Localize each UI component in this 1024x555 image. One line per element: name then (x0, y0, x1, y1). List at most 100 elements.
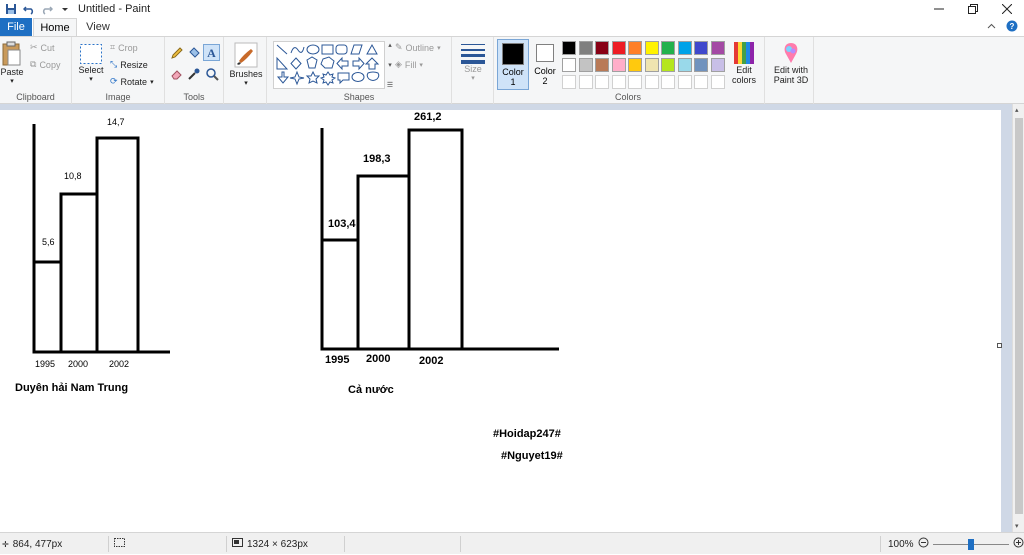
palette-swatch[interactable] (644, 58, 659, 72)
palette-swatch[interactable] (628, 58, 642, 72)
selection-size-icon (114, 538, 125, 550)
palette-swatch[interactable] (661, 41, 675, 55)
right-value-label: 261,2 (414, 111, 442, 123)
ribbon-tab-row: File Home View ? (0, 18, 1024, 37)
zoom-in-icon[interactable] (1013, 537, 1024, 551)
palette-swatch[interactable] (710, 41, 725, 55)
palette-swatch[interactable] (628, 41, 642, 55)
cut-button[interactable]: ✂ Cut (30, 42, 55, 53)
pencil-icon[interactable] (170, 46, 184, 63)
palette-swatch[interactable] (595, 41, 609, 55)
palette-swatch[interactable] (694, 58, 708, 72)
zoom-controls: 100% (888, 533, 1024, 555)
color-palette (562, 41, 732, 93)
save-icon[interactable] (4, 2, 18, 16)
paste-button[interactable]: Paste ▾ (0, 41, 24, 85)
tab-file[interactable]: File (0, 18, 32, 36)
color-picker-icon[interactable] (187, 67, 201, 84)
palette-swatch[interactable] (710, 75, 725, 89)
zoom-slider[interactable] (932, 538, 1009, 550)
scroll-up-icon[interactable]: ▴ (1015, 106, 1019, 114)
close-button[interactable] (990, 0, 1024, 18)
vertical-scrollbar-thumb[interactable] (1015, 118, 1023, 514)
tab-view[interactable]: View (80, 18, 116, 36)
vertical-scrollbar[interactable]: ▴ ▾ (1012, 104, 1024, 532)
palette-swatch[interactable] (661, 58, 675, 72)
select-dropdown-icon[interactable]: ▾ (89, 75, 93, 83)
palette-swatch[interactable] (710, 58, 725, 72)
color2-button[interactable]: Color 2 (532, 39, 558, 90)
select-button[interactable]: Select ▾ (76, 43, 106, 83)
palette-swatch[interactable] (578, 41, 593, 55)
outline-button[interactable]: ✎ Outline ▾ (395, 42, 441, 53)
fill-button[interactable]: ◈ Fill ▾ (395, 59, 423, 70)
shapes-more-icon[interactable]: ☰ (387, 81, 393, 89)
text-tool-icon[interactable]: A (203, 44, 220, 61)
tab-home[interactable]: Home (33, 18, 77, 37)
resize-icon: ⤡ (110, 59, 118, 69)
left-category-label: 1995 (35, 359, 56, 369)
color1-button[interactable]: Color 1 (497, 39, 529, 90)
zoom-slider-thumb[interactable] (967, 538, 974, 550)
palette-swatch[interactable] (694, 41, 708, 55)
brush-icon (234, 42, 258, 68)
crop-button[interactable]: ⌗ Crop (110, 42, 138, 53)
clipboard-group: Paste ▾ ✂ Cut ⧉ Copy Clipboard (0, 37, 72, 104)
palette-swatch[interactable] (628, 75, 642, 89)
customize-toolbar-icon[interactable] (58, 2, 72, 16)
help-icon[interactable]: ? (1006, 20, 1018, 35)
line-size-icon (461, 44, 485, 64)
palette-swatch[interactable] (611, 58, 626, 72)
palette-swatch[interactable] (661, 75, 675, 89)
drawing-canvas[interactable]: 5,6 10,8 14,7 1995 2000 2002 Duyên hải N… (0, 110, 1002, 532)
copy-button[interactable]: ⧉ Copy (30, 59, 60, 70)
palette-swatch[interactable] (611, 41, 626, 55)
rotate-button[interactable]: ⟳ Rotate ▾ (110, 76, 154, 87)
palette-swatch[interactable] (611, 75, 626, 89)
rotate-dropdown-icon[interactable]: ▾ (150, 78, 154, 86)
palette-swatch[interactable] (677, 41, 692, 55)
shapes-scroll-up-icon[interactable]: ▴ (388, 41, 392, 49)
palette-swatch[interactable] (578, 58, 593, 72)
brushes-dropdown-icon[interactable]: ▾ (244, 79, 248, 87)
eraser-icon[interactable] (170, 67, 184, 84)
outline-dropdown-icon: ▾ (437, 44, 441, 52)
shapes-gallery[interactable] (273, 41, 385, 89)
edit-with-paint3d-button[interactable]: Edit with Paint 3D (769, 41, 813, 85)
palette-swatch[interactable] (562, 41, 576, 55)
palette-swatch[interactable] (562, 75, 576, 89)
tools-group: A Tools (165, 37, 224, 104)
palette-swatch[interactable] (644, 41, 659, 55)
left-value-label: 5,6 (42, 237, 55, 247)
palette-swatch[interactable] (644, 75, 659, 89)
canvas-resize-handle[interactable] (997, 343, 1002, 348)
colors-group-label: Colors (614, 92, 641, 102)
shapes-scroll-down-icon[interactable]: ▾ (388, 61, 392, 69)
undo-icon[interactable] (22, 2, 36, 16)
palette-swatch[interactable] (677, 58, 692, 72)
resize-button[interactable]: ⤡ Resize (110, 59, 148, 70)
redo-icon[interactable] (40, 2, 54, 16)
magnifier-icon[interactable] (205, 67, 219, 84)
paste-label: Paste (0, 67, 24, 77)
palette-swatch[interactable] (595, 58, 609, 72)
zoom-out-icon[interactable] (918, 537, 929, 551)
right-category-label: 2000 (366, 353, 391, 365)
left-category-label: 2000 (68, 359, 89, 369)
scroll-down-icon[interactable]: ▾ (1015, 522, 1019, 530)
palette-swatch[interactable] (694, 75, 708, 89)
edit-colors-button[interactable]: Edit colors (730, 41, 758, 85)
brushes-button[interactable]: Brushes ▾ (228, 41, 264, 87)
size-button[interactable]: Size ▾ (457, 42, 489, 82)
palette-swatch[interactable] (595, 75, 609, 89)
canvas-size-text: 1324 × 623px (247, 538, 308, 550)
paste-dropdown-icon[interactable]: ▾ (10, 77, 14, 85)
palette-swatch[interactable] (562, 58, 576, 72)
shapes-gallery-scroller: ▴ ▾ ☰ (386, 41, 394, 89)
fill-bucket-icon[interactable] (187, 46, 201, 63)
minimize-button[interactable] (922, 0, 956, 18)
restore-button[interactable] (956, 0, 990, 18)
collapse-ribbon-icon[interactable] (987, 22, 996, 34)
palette-swatch[interactable] (578, 75, 593, 89)
palette-swatch[interactable] (677, 75, 692, 89)
